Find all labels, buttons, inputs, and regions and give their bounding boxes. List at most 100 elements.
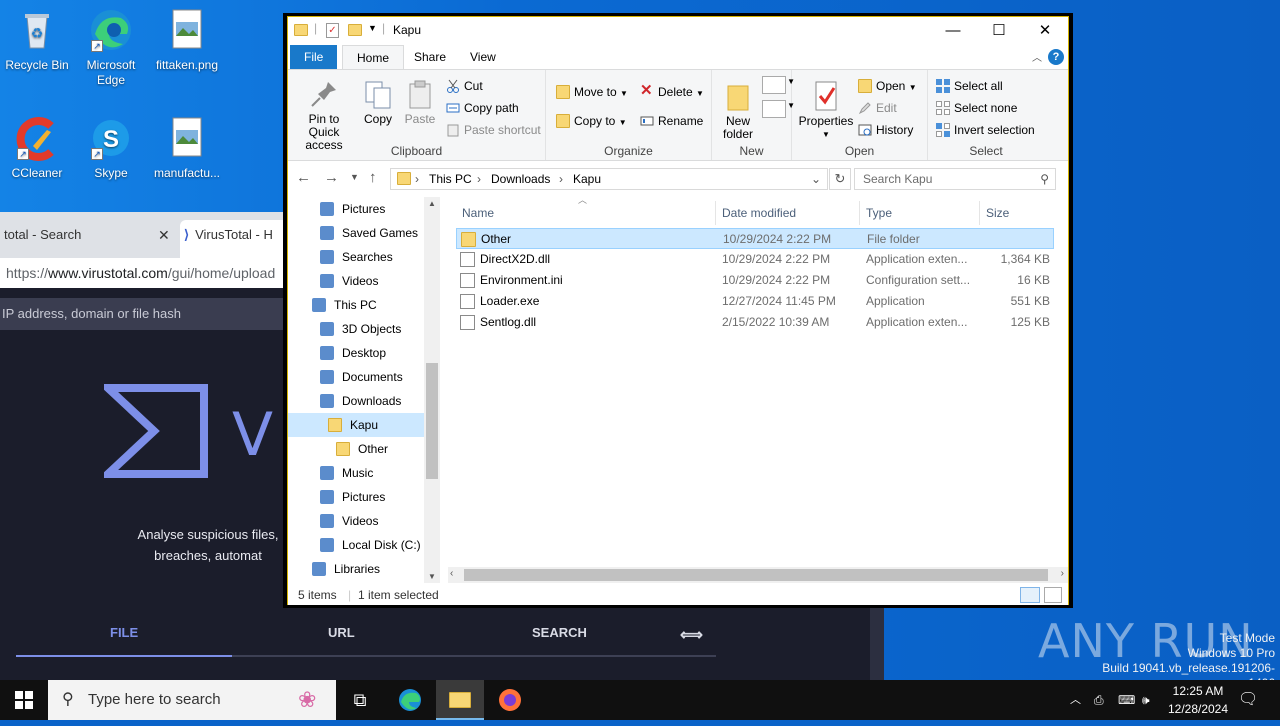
column-date-modified[interactable]: Date modified [716,201,860,225]
move-to-button[interactable]: Move to ▼ [556,82,628,102]
nav-item[interactable]: Downloads [288,389,424,413]
column-name[interactable]: Name [456,201,716,225]
volume-icon[interactable]: 🕪 [1142,680,1150,720]
nav-item[interactable]: Documents [288,365,424,389]
address-dropdown-icon[interactable]: ⌄ [811,169,821,189]
scroll-left-icon[interactable]: ‹ [450,568,453,579]
large-icons-view-icon[interactable] [1044,587,1062,603]
nav-item[interactable]: Local Disk (C:) [288,533,424,557]
file-row[interactable]: Sentlog.dll 2/15/2022 10:39 AM Application… [456,312,1054,333]
nav-item[interactable]: Other [288,437,424,461]
maximize-button[interactable]: ☐ [976,17,1022,45]
tab-home[interactable]: Home [342,45,405,69]
nav-item[interactable]: Searches [288,245,424,269]
collapse-ribbon-icon[interactable]: ︿ [1032,49,1042,64]
horizontal-scrollbar[interactable]: ‹ › [448,567,1068,583]
edit-button[interactable]: Edit [858,98,897,118]
up-arrow-icon[interactable]: ↑ [369,169,377,186]
vt-search-input[interactable]: IP address, domain or file hash [0,298,284,330]
qat-dropdown-icon[interactable]: ▼ [368,23,377,33]
column-size[interactable]: Size [980,201,1058,225]
browser-tab-virustotal[interactable]: ⟩ VirusTotal - H [180,220,284,258]
browser-tab-search[interactable]: total - Search ✕ [0,220,178,258]
breadcrumb-kapu[interactable]: Kapu [573,169,601,189]
close-tab-icon[interactable]: ✕ [158,220,170,250]
show-hidden-icons-icon[interactable]: ︿ [1070,680,1081,720]
details-view-icon[interactable] [1020,587,1040,603]
close-button[interactable]: ✕ [1022,17,1068,45]
scroll-thumb[interactable] [464,569,1048,581]
vt-hash-icon[interactable]: ⟺ [680,625,703,645]
file-row[interactable]: Other 10/29/2024 2:22 PM File folder [456,228,1054,249]
new-folder-button[interactable]: New folder [716,80,760,141]
title-bar[interactable]: | ✓ ▼ | Kapu — ☐ ✕ [288,17,1068,45]
refresh-icon[interactable]: ↻ [829,168,851,190]
desktop-icon-edge[interactable]: ↗ Microsoft Edge [71,8,151,88]
file-row[interactable]: DirectX2D.dll 10/29/2024 2:22 PM Applicati… [456,249,1054,270]
nav-item[interactable]: Videos [288,509,424,533]
history-button[interactable]: History [858,120,913,140]
clock[interactable]: 12:25 AM 12/28/2024 [1160,682,1236,718]
desktop-icon-fittaken[interactable]: fittaken.png [147,8,227,73]
file-row[interactable]: Environment.ini 10/29/2024 2:22 PM Configu… [456,270,1054,291]
nav-item[interactable]: Videos [288,269,424,293]
nav-scrollbar[interactable]: ▲ ▼ [424,197,440,583]
network-icon[interactable]: ⌨ [1118,680,1135,720]
rename-button[interactable]: Rename [640,111,703,131]
copy-path-button[interactable]: Copy path [446,98,519,118]
select-all-button[interactable]: Select all [936,76,1003,96]
new-folder-qat-icon[interactable] [348,24,362,36]
scroll-up-icon[interactable]: ▲ [428,199,436,208]
network-device-icon[interactable]: ⎙ [1094,680,1104,720]
nav-item[interactable]: Saved Games [288,221,424,245]
nav-item[interactable]: Pictures [288,197,424,221]
desktop-icon-ccleaner[interactable]: ↗ CCleaner [0,116,77,181]
help-icon[interactable]: ? [1048,49,1064,65]
nav-item[interactable]: Kapu [288,413,424,437]
nav-item[interactable]: Pictures [288,485,424,509]
scroll-right-icon[interactable]: › [1061,568,1064,579]
back-arrow-icon[interactable]: ← [296,169,311,186]
nav-item[interactable]: 3D Objects [288,317,424,341]
vt-tab-file[interactable]: FILE [110,625,138,640]
taskbar-file-explorer-icon[interactable] [436,680,484,720]
vt-tab-url[interactable]: URL [328,625,355,640]
scroll-down-icon[interactable]: ▼ [428,572,436,581]
task-view-icon[interactable]: ⧉ [336,680,384,720]
forward-arrow-icon[interactable]: → [324,169,339,186]
paste-button[interactable]: Paste [400,78,440,126]
pin-to-quick-access-button[interactable]: Pin to Quick access [292,78,356,152]
desktop-icon-skype[interactable]: S ↗ Skype [71,116,151,181]
tab-share[interactable]: Share [400,45,460,69]
address-bar[interactable]: https://www.virustotal.com/gui/home/uplo… [0,258,284,288]
vt-tab-search[interactable]: SEARCH [532,625,587,640]
recent-locations-icon[interactable]: ▼ [350,172,359,182]
open-button[interactable]: Open ▼ [858,76,917,96]
properties-qat-icon[interactable]: ✓ [326,23,339,38]
new-item-button[interactable]: ▼ [762,76,795,94]
taskbar-firefox-icon[interactable] [486,680,534,720]
nav-item[interactable]: Libraries [288,557,424,581]
nav-item[interactable]: This PC [288,293,424,317]
cut-button[interactable]: Cut [446,76,483,96]
breadcrumb-downloads[interactable]: Downloads [491,169,550,189]
copy-to-button[interactable]: Copy to ▼ [556,111,627,131]
breadcrumb-this-pc[interactable]: This PC [429,169,472,189]
delete-button[interactable]: ✕ Delete ▼ [640,82,704,102]
breadcrumb[interactable]: › This PC › Downloads › Kapu ⌄ [390,168,828,190]
select-none-button[interactable]: Select none [936,98,1017,118]
tab-view[interactable]: View [456,45,510,69]
desktop-icon-recycle-bin[interactable]: ♻ Recycle Bin [0,8,77,73]
desktop-icon-manufactu[interactable]: manufactu... [147,116,227,181]
scroll-thumb[interactable] [426,363,438,479]
taskbar-edge-icon[interactable] [386,680,434,720]
browser-scrollbar[interactable] [870,608,884,680]
minimize-button[interactable]: — [930,17,976,45]
search-input[interactable]: Search Kapu ⚲ [854,168,1056,190]
column-type[interactable]: Type [860,201,980,225]
nav-item[interactable]: Desktop [288,341,424,365]
invert-selection-button[interactable]: Invert selection [936,120,1035,140]
taskbar-search-input[interactable]: ⚲ Type here to search ❀ [48,680,336,720]
easy-access-button[interactable]: ▼ [762,100,795,118]
properties-button[interactable]: Properties ▼ [798,80,854,141]
